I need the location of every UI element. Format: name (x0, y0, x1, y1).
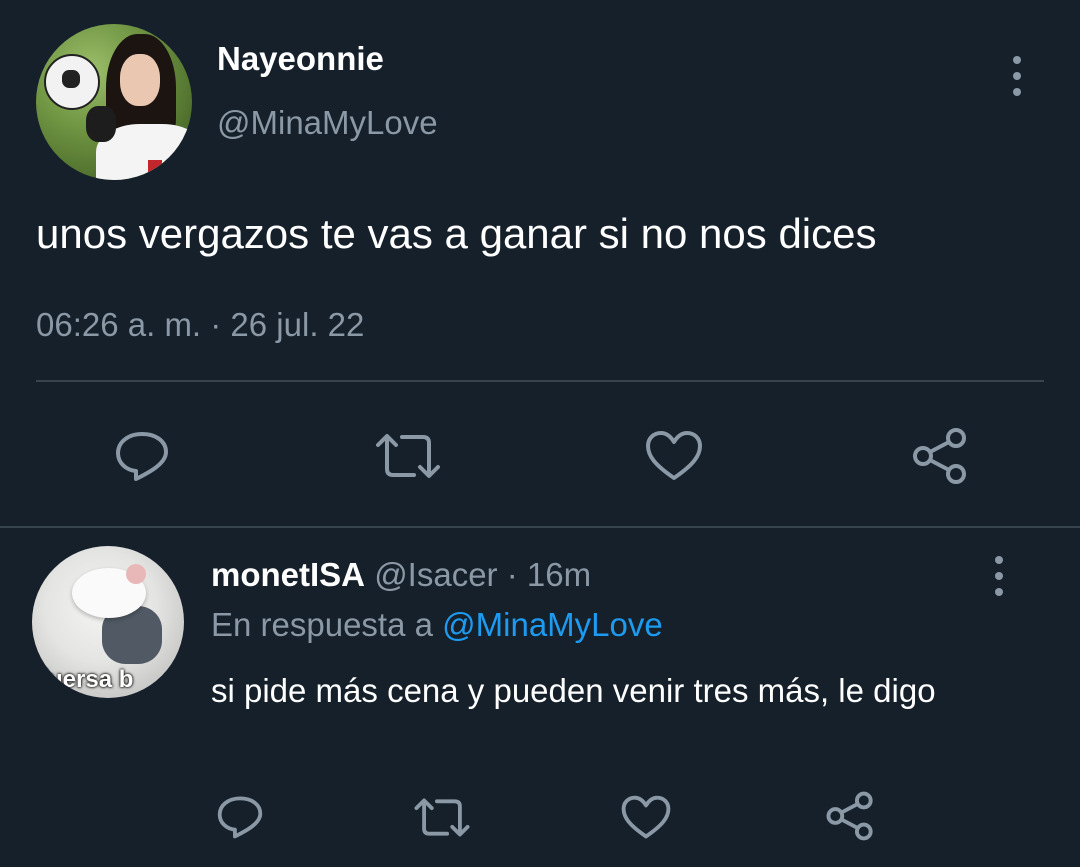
reply-author-display-name[interactable]: monetISA (211, 556, 365, 593)
reply-text: si pide más cena y pueden venir tres más… (211, 672, 936, 709)
more-dot (995, 588, 1003, 596)
like-icon[interactable] (642, 424, 706, 488)
avatar-face (120, 54, 160, 106)
in-reply-to: En respuesta a @MinaMyLove (211, 606, 663, 644)
avatar-glove (86, 106, 116, 142)
avatar-band (148, 160, 162, 180)
reply-header: monetISA @Isacer · 16m (211, 556, 591, 594)
more-options-icon[interactable] (1011, 56, 1023, 96)
avatar-rat-ear (126, 564, 146, 584)
in-reply-to-prefix: En respuesta a (211, 606, 433, 643)
reply-share-icon[interactable] (822, 788, 878, 844)
tweet-text: unos vergazos te vas a ganar si no nos d… (36, 210, 877, 257)
reply-reply-icon[interactable] (212, 790, 268, 844)
author-avatar[interactable] (36, 24, 192, 180)
reply-author-handle[interactable]: @Isacer (374, 556, 497, 593)
author-display-name[interactable]: Nayeonnie (217, 40, 384, 78)
reply-like-icon[interactable] (618, 790, 674, 844)
reply-author-avatar[interactable]: fuersa b (32, 546, 184, 698)
reply-time[interactable]: · 16m (507, 556, 591, 593)
share-icon[interactable] (908, 424, 972, 488)
in-reply-to-mention[interactable]: @MinaMyLove (442, 606, 663, 643)
avatar-ball (44, 54, 100, 110)
tweet-separator (0, 526, 1080, 528)
tweet-timestamp[interactable]: 06:26 a. m. · 26 jul. 22 (36, 306, 364, 344)
reply-more-options-icon[interactable] (993, 556, 1005, 596)
more-dot (1013, 88, 1021, 96)
more-dot (995, 572, 1003, 580)
more-dot (1013, 72, 1021, 80)
more-dot (1013, 56, 1021, 64)
divider (36, 380, 1044, 382)
reply-icon[interactable] (110, 424, 174, 488)
retweet-icon[interactable] (372, 424, 444, 488)
avatar-caption: fuersa b (40, 666, 134, 693)
more-dot (995, 556, 1003, 564)
author-handle[interactable]: @MinaMyLove (217, 104, 438, 142)
main-tweet: Nayeonnie @MinaMyLove unos vergazos te v… (0, 0, 1080, 528)
reply-retweet-icon[interactable] (410, 790, 474, 844)
tweet-thread: Nayeonnie @MinaMyLove unos vergazos te v… (0, 0, 1080, 867)
